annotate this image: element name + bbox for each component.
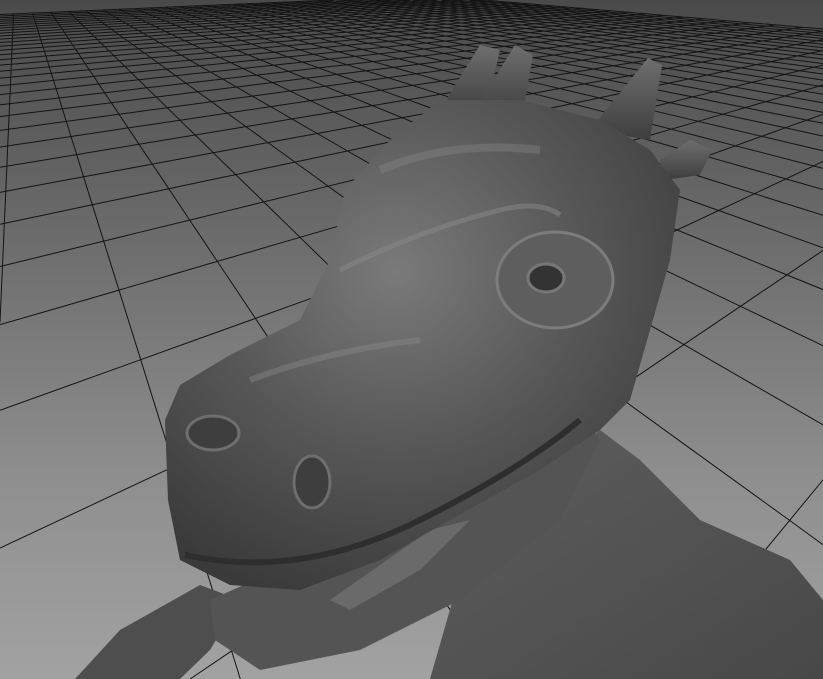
3d-viewport[interactable] [0,0,823,679]
eye [526,262,566,294]
nostril-left [185,414,241,452]
dragon-head-model[interactable] [0,0,823,679]
nostril-right [292,454,332,510]
